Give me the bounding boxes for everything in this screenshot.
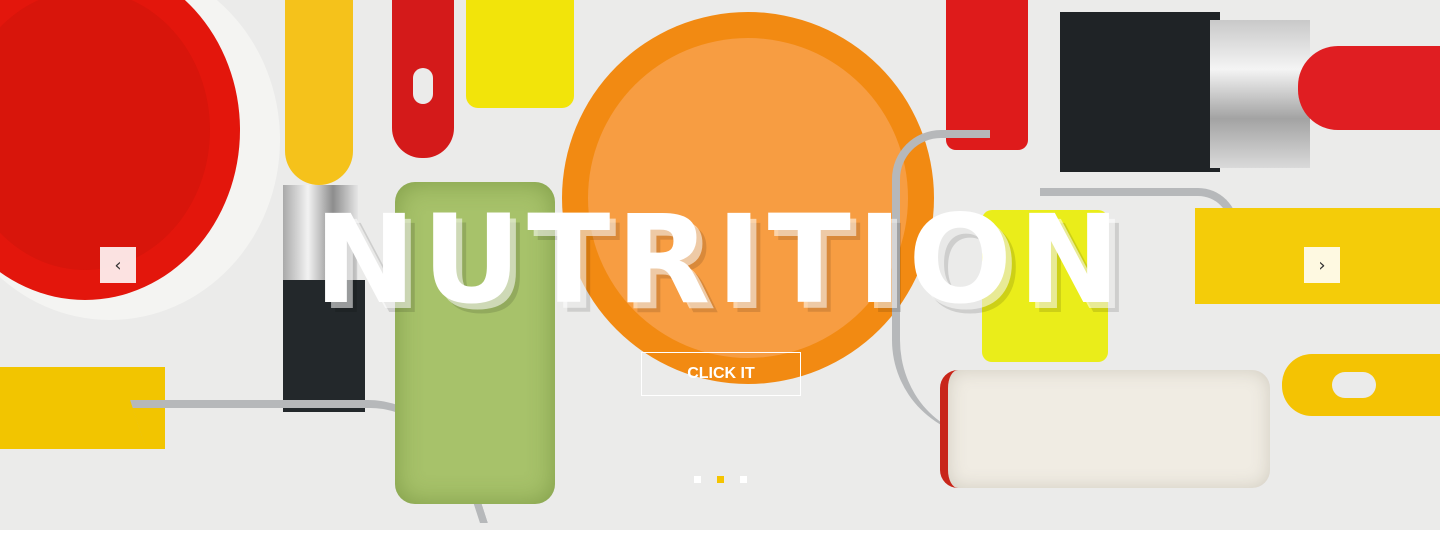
previous-slide-button[interactable]: ‹ xyxy=(100,247,136,283)
slide-dot-3[interactable] xyxy=(740,476,747,483)
slide-pagination xyxy=(694,476,747,483)
slide-dot-2[interactable] xyxy=(717,476,724,483)
slide-headline: NUTRITION xyxy=(313,189,1127,331)
chevron-left-icon: ‹ xyxy=(114,254,122,276)
hero-slider: NUTRITION CLICK IT ‹ › xyxy=(0,0,1440,530)
cta-button[interactable]: CLICK IT xyxy=(641,352,801,396)
handle-hole xyxy=(1332,372,1376,398)
brush-ferrule xyxy=(1210,20,1310,168)
red-roller-handle xyxy=(946,0,1028,150)
yellow-sponge xyxy=(466,0,574,108)
white-paint-roller xyxy=(940,370,1270,488)
brush-bristles xyxy=(1060,12,1220,172)
next-slide-button[interactable]: › xyxy=(1304,247,1340,283)
slide-dot-1[interactable] xyxy=(694,476,701,483)
handle-hole xyxy=(413,68,433,104)
chevron-right-icon: › xyxy=(1318,254,1326,276)
red-brush-handle xyxy=(1298,46,1440,130)
cta-button-label: CLICK IT xyxy=(687,365,755,382)
yellow-brush-handle xyxy=(285,0,353,185)
